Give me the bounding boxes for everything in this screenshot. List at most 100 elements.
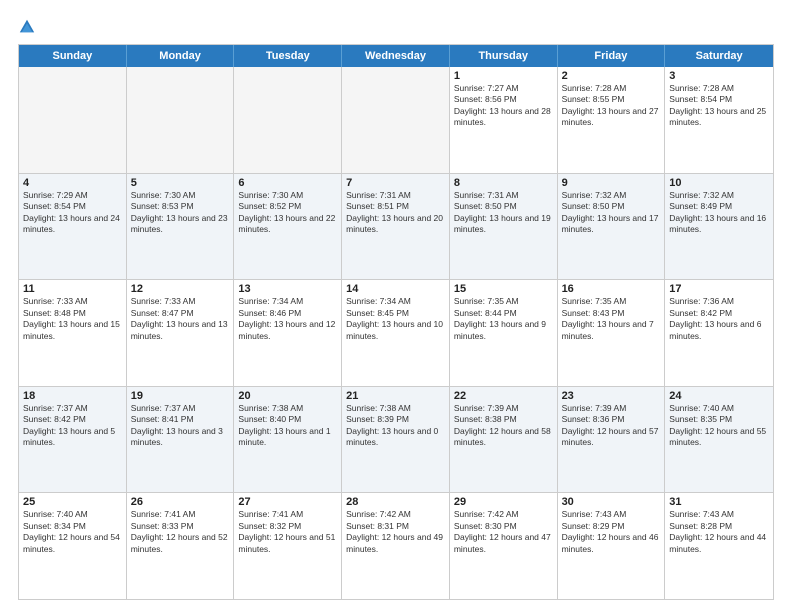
- day-number: 22: [454, 390, 553, 402]
- day-number: 12: [131, 283, 230, 295]
- cal-cell: 14Sunrise: 7:34 AMSunset: 8:45 PMDayligh…: [342, 280, 450, 386]
- day-number: 26: [131, 496, 230, 508]
- header-day-sunday: Sunday: [19, 45, 127, 67]
- cal-cell: [234, 67, 342, 173]
- day-info: Sunrise: 7:40 AMSunset: 8:34 PMDaylight:…: [23, 509, 122, 555]
- day-info: Sunrise: 7:28 AMSunset: 8:55 PMDaylight:…: [562, 83, 661, 129]
- cal-cell: 28Sunrise: 7:42 AMSunset: 8:31 PMDayligh…: [342, 493, 450, 599]
- calendar: SundayMondayTuesdayWednesdayThursdayFrid…: [18, 44, 774, 600]
- day-number: 28: [346, 496, 445, 508]
- day-number: 6: [238, 177, 337, 189]
- page: SundayMondayTuesdayWednesdayThursdayFrid…: [0, 0, 792, 612]
- day-info: Sunrise: 7:31 AMSunset: 8:51 PMDaylight:…: [346, 190, 445, 236]
- cal-cell: 10Sunrise: 7:32 AMSunset: 8:49 PMDayligh…: [665, 174, 773, 280]
- day-number: 20: [238, 390, 337, 402]
- cal-cell: 29Sunrise: 7:42 AMSunset: 8:30 PMDayligh…: [450, 493, 558, 599]
- cal-cell: 21Sunrise: 7:38 AMSunset: 8:39 PMDayligh…: [342, 387, 450, 493]
- header: [18, 18, 774, 36]
- day-number: 7: [346, 177, 445, 189]
- day-info: Sunrise: 7:40 AMSunset: 8:35 PMDaylight:…: [669, 403, 769, 449]
- day-number: 2: [562, 70, 661, 82]
- day-number: 3: [669, 70, 769, 82]
- day-number: 18: [23, 390, 122, 402]
- cal-cell: 5Sunrise: 7:30 AMSunset: 8:53 PMDaylight…: [127, 174, 235, 280]
- day-number: 25: [23, 496, 122, 508]
- day-info: Sunrise: 7:29 AMSunset: 8:54 PMDaylight:…: [23, 190, 122, 236]
- calendar-row-3: 18Sunrise: 7:37 AMSunset: 8:42 PMDayligh…: [19, 386, 773, 493]
- cal-cell: 26Sunrise: 7:41 AMSunset: 8:33 PMDayligh…: [127, 493, 235, 599]
- logo-icon: [18, 18, 36, 36]
- day-number: 30: [562, 496, 661, 508]
- calendar-row-2: 11Sunrise: 7:33 AMSunset: 8:48 PMDayligh…: [19, 279, 773, 386]
- day-info: Sunrise: 7:32 AMSunset: 8:50 PMDaylight:…: [562, 190, 661, 236]
- day-number: 17: [669, 283, 769, 295]
- cal-cell: 8Sunrise: 7:31 AMSunset: 8:50 PMDaylight…: [450, 174, 558, 280]
- day-info: Sunrise: 7:37 AMSunset: 8:41 PMDaylight:…: [131, 403, 230, 449]
- cal-cell: 12Sunrise: 7:33 AMSunset: 8:47 PMDayligh…: [127, 280, 235, 386]
- day-number: 23: [562, 390, 661, 402]
- logo: [18, 18, 40, 36]
- cal-cell: 6Sunrise: 7:30 AMSunset: 8:52 PMDaylight…: [234, 174, 342, 280]
- cal-cell: 15Sunrise: 7:35 AMSunset: 8:44 PMDayligh…: [450, 280, 558, 386]
- day-info: Sunrise: 7:41 AMSunset: 8:32 PMDaylight:…: [238, 509, 337, 555]
- day-info: Sunrise: 7:41 AMSunset: 8:33 PMDaylight:…: [131, 509, 230, 555]
- day-number: 5: [131, 177, 230, 189]
- day-number: 16: [562, 283, 661, 295]
- cal-cell: [342, 67, 450, 173]
- day-info: Sunrise: 7:43 AMSunset: 8:28 PMDaylight:…: [669, 509, 769, 555]
- cal-cell: 13Sunrise: 7:34 AMSunset: 8:46 PMDayligh…: [234, 280, 342, 386]
- day-info: Sunrise: 7:33 AMSunset: 8:48 PMDaylight:…: [23, 296, 122, 342]
- day-number: 1: [454, 70, 553, 82]
- cal-cell: 4Sunrise: 7:29 AMSunset: 8:54 PMDaylight…: [19, 174, 127, 280]
- day-info: Sunrise: 7:39 AMSunset: 8:36 PMDaylight:…: [562, 403, 661, 449]
- day-number: 15: [454, 283, 553, 295]
- calendar-row-1: 4Sunrise: 7:29 AMSunset: 8:54 PMDaylight…: [19, 173, 773, 280]
- day-info: Sunrise: 7:27 AMSunset: 8:56 PMDaylight:…: [454, 83, 553, 129]
- day-info: Sunrise: 7:33 AMSunset: 8:47 PMDaylight:…: [131, 296, 230, 342]
- day-info: Sunrise: 7:28 AMSunset: 8:54 PMDaylight:…: [669, 83, 769, 129]
- header-day-monday: Monday: [127, 45, 235, 67]
- day-number: 14: [346, 283, 445, 295]
- day-info: Sunrise: 7:36 AMSunset: 8:42 PMDaylight:…: [669, 296, 769, 342]
- day-info: Sunrise: 7:38 AMSunset: 8:39 PMDaylight:…: [346, 403, 445, 449]
- cal-cell: 30Sunrise: 7:43 AMSunset: 8:29 PMDayligh…: [558, 493, 666, 599]
- day-number: 31: [669, 496, 769, 508]
- header-day-wednesday: Wednesday: [342, 45, 450, 67]
- day-number: 4: [23, 177, 122, 189]
- cal-cell: 24Sunrise: 7:40 AMSunset: 8:35 PMDayligh…: [665, 387, 773, 493]
- header-day-saturday: Saturday: [665, 45, 773, 67]
- cal-cell: 18Sunrise: 7:37 AMSunset: 8:42 PMDayligh…: [19, 387, 127, 493]
- cal-cell: 9Sunrise: 7:32 AMSunset: 8:50 PMDaylight…: [558, 174, 666, 280]
- cal-cell: 27Sunrise: 7:41 AMSunset: 8:32 PMDayligh…: [234, 493, 342, 599]
- day-info: Sunrise: 7:39 AMSunset: 8:38 PMDaylight:…: [454, 403, 553, 449]
- cal-cell: 31Sunrise: 7:43 AMSunset: 8:28 PMDayligh…: [665, 493, 773, 599]
- calendar-header: SundayMondayTuesdayWednesdayThursdayFrid…: [19, 45, 773, 67]
- calendar-row-0: 1Sunrise: 7:27 AMSunset: 8:56 PMDaylight…: [19, 67, 773, 173]
- cal-cell: 16Sunrise: 7:35 AMSunset: 8:43 PMDayligh…: [558, 280, 666, 386]
- day-info: Sunrise: 7:30 AMSunset: 8:52 PMDaylight:…: [238, 190, 337, 236]
- day-info: Sunrise: 7:37 AMSunset: 8:42 PMDaylight:…: [23, 403, 122, 449]
- day-info: Sunrise: 7:30 AMSunset: 8:53 PMDaylight:…: [131, 190, 230, 236]
- day-number: 8: [454, 177, 553, 189]
- day-info: Sunrise: 7:35 AMSunset: 8:44 PMDaylight:…: [454, 296, 553, 342]
- header-day-friday: Friday: [558, 45, 666, 67]
- calendar-body: 1Sunrise: 7:27 AMSunset: 8:56 PMDaylight…: [19, 67, 773, 599]
- day-number: 24: [669, 390, 769, 402]
- day-number: 10: [669, 177, 769, 189]
- day-info: Sunrise: 7:35 AMSunset: 8:43 PMDaylight:…: [562, 296, 661, 342]
- day-number: 27: [238, 496, 337, 508]
- cal-cell: 20Sunrise: 7:38 AMSunset: 8:40 PMDayligh…: [234, 387, 342, 493]
- day-number: 19: [131, 390, 230, 402]
- cal-cell: [127, 67, 235, 173]
- day-info: Sunrise: 7:42 AMSunset: 8:30 PMDaylight:…: [454, 509, 553, 555]
- cal-cell: 7Sunrise: 7:31 AMSunset: 8:51 PMDaylight…: [342, 174, 450, 280]
- day-info: Sunrise: 7:34 AMSunset: 8:45 PMDaylight:…: [346, 296, 445, 342]
- day-number: 29: [454, 496, 553, 508]
- day-number: 9: [562, 177, 661, 189]
- day-number: 21: [346, 390, 445, 402]
- calendar-row-4: 25Sunrise: 7:40 AMSunset: 8:34 PMDayligh…: [19, 492, 773, 599]
- cal-cell: 19Sunrise: 7:37 AMSunset: 8:41 PMDayligh…: [127, 387, 235, 493]
- cal-cell: 2Sunrise: 7:28 AMSunset: 8:55 PMDaylight…: [558, 67, 666, 173]
- cal-cell: 1Sunrise: 7:27 AMSunset: 8:56 PMDaylight…: [450, 67, 558, 173]
- day-info: Sunrise: 7:34 AMSunset: 8:46 PMDaylight:…: [238, 296, 337, 342]
